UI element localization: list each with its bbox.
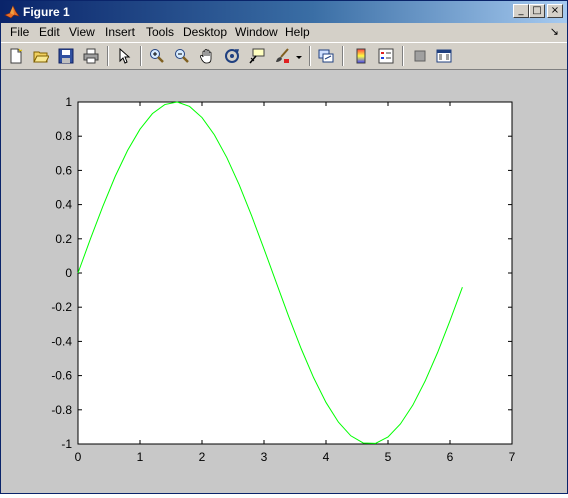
save-icon[interactable] (56, 46, 76, 66)
zoom-in-icon[interactable] (147, 46, 167, 66)
toolbar-separator (107, 46, 109, 66)
hide-plot-tools-icon[interactable] (410, 46, 430, 66)
menu-view[interactable]: View (69, 25, 95, 40)
matlab-logo-icon (4, 5, 20, 19)
menu-file[interactable]: File (10, 25, 29, 40)
x-tick-label: 1 (137, 450, 144, 464)
toolbar-separator (402, 46, 404, 66)
x-tick-label: 2 (199, 450, 206, 464)
figure-canvas: 0 1 2 3 4 5 6 7 -1 -0.8 -0.6 -0.4 -0.2 0 0.2 0.4 0.6 0.8 1 (1, 70, 567, 493)
window-title: Figure 1 (23, 5, 70, 19)
rotate-3d-icon[interactable] (222, 46, 242, 66)
colorbar-icon[interactable] (351, 46, 371, 66)
brush-icon[interactable] (272, 46, 292, 66)
toolbar-separator (140, 46, 142, 66)
menu-insert[interactable]: Insert (105, 25, 135, 40)
new-figure-icon[interactable] (6, 46, 26, 66)
menu-bar: File Edit View Insert Tools Desktop Wind… (1, 23, 567, 42)
y-tick-label: -0.8 (51, 403, 72, 417)
x-tick-label: 6 (447, 450, 454, 464)
x-tick-label: 5 (385, 450, 392, 464)
sine-plot[interactable]: 0 1 2 3 4 5 6 7 -1 -0.8 -0.6 -0.4 -0.2 0 0.2 0.4 0.6 0.8 1 (1, 70, 567, 493)
y-tick-label: -0.4 (51, 334, 72, 348)
menu-tools[interactable]: Tools (146, 25, 174, 40)
pan-icon[interactable] (197, 46, 217, 66)
menu-desktop[interactable]: Desktop (183, 25, 227, 40)
minimize-button[interactable]: _ (513, 4, 529, 18)
title-bar[interactable]: Figure 1 _ □ × (1, 1, 567, 23)
print-icon[interactable] (81, 46, 101, 66)
menu-window[interactable]: Window (235, 25, 278, 40)
y-tick-label: 0.6 (55, 163, 72, 177)
dock-arrow-icon[interactable]: ↘ (550, 25, 559, 38)
brush-dropdown-icon[interactable] (293, 46, 303, 66)
pointer-icon[interactable] (114, 46, 134, 66)
data-cursor-icon[interactable] (247, 46, 267, 66)
menu-help[interactable]: Help (285, 25, 310, 40)
close-button[interactable]: × (547, 4, 563, 18)
show-plot-tools-icon[interactable] (434, 46, 454, 66)
y-tick-label: 0 (65, 266, 72, 280)
zoom-out-icon[interactable] (172, 46, 192, 66)
axes-box (77, 101, 513, 445)
y-tick-label: -0.6 (51, 369, 72, 383)
x-tick-label: 3 (261, 450, 268, 464)
y-tick-label: -1 (61, 437, 72, 451)
x-tick-label: 7 (509, 450, 516, 464)
y-tick-label: 0.4 (55, 198, 72, 212)
maximize-button[interactable]: □ (529, 4, 545, 18)
toolbar-separator (342, 46, 344, 66)
y-tick-label: -0.2 (51, 300, 72, 314)
legend-icon[interactable] (376, 46, 396, 66)
link-plot-icon[interactable] (316, 46, 336, 66)
y-tick-label: 1 (65, 95, 72, 109)
y-tick-label: 0.2 (55, 232, 72, 246)
y-tick-label: 0.8 (55, 129, 72, 143)
menu-edit[interactable]: Edit (39, 25, 60, 40)
figure-toolbar (1, 42, 567, 70)
x-tick-label: 4 (323, 450, 330, 464)
x-tick-label: 0 (75, 450, 82, 464)
figure-window: Figure 1 _ □ × File Edit View Insert Too… (0, 0, 568, 494)
open-file-icon[interactable] (31, 46, 51, 66)
toolbar-separator (309, 46, 311, 66)
